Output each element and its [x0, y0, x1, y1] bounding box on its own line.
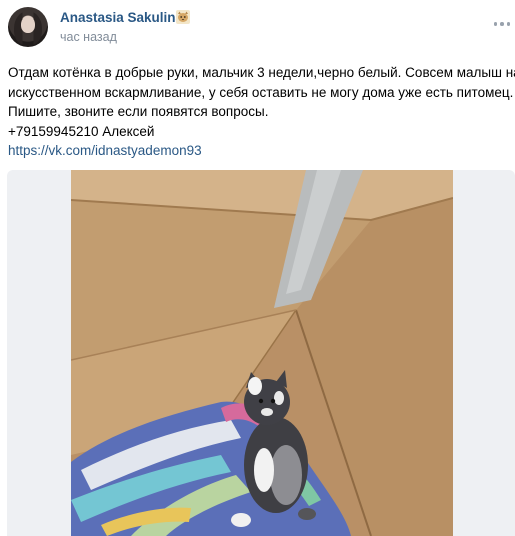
author-name[interactable]: Anastasia Sakulina: [60, 10, 183, 25]
post-card: Anastasia Sakulina час назад Отдам котён…: [0, 0, 515, 536]
menu-dot: [500, 22, 504, 26]
more-dots-icon[interactable]: [493, 19, 511, 29]
profile-link[interactable]: https://vk.com/idnastyademon93: [8, 141, 508, 161]
menu-dot: [493, 22, 498, 26]
post-text: Отдам котёнка в добрые руки, мальчик 3 н…: [8, 63, 515, 161]
post-text-line: Отдам котёнка в добрые руки, мальчик 3 н…: [8, 65, 515, 80]
menu-dot: [506, 22, 511, 26]
cat-emoji-icon: [176, 10, 190, 24]
post-text-line: Пишите, звоните если появятся вопросы.: [8, 104, 269, 119]
post-photo[interactable]: [71, 170, 453, 536]
post-time[interactable]: час назад: [60, 30, 117, 44]
avatar-face: [21, 16, 35, 33]
post-text-line: искусственном вскармливание, у себя оста…: [8, 84, 514, 100]
post-text-line: +79159945210 Алексей: [8, 123, 155, 139]
author-avatar[interactable]: [8, 7, 48, 47]
